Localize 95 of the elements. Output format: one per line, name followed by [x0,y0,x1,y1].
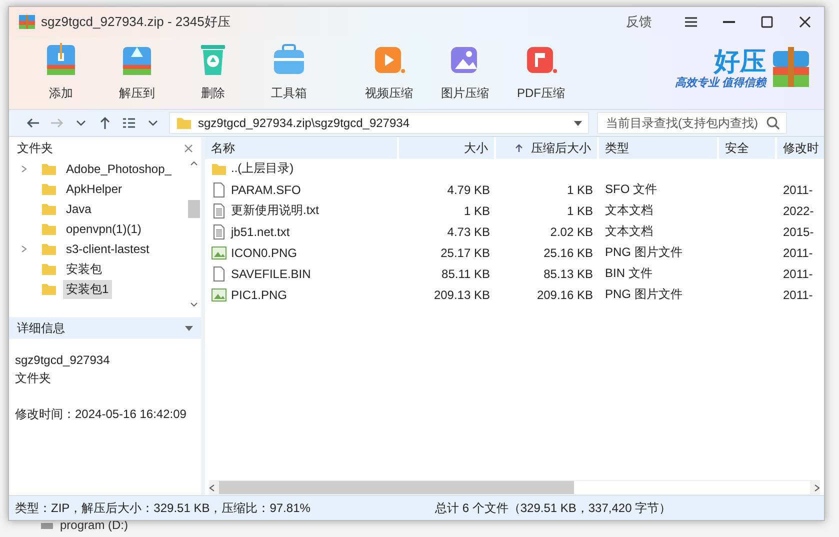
address-field[interactable]: sgz9tgcd_927934.zip\sgz9tgcd_927934 [169,112,589,134]
folder-tree-item[interactable]: Adobe_Photoshop_ [63,161,174,177]
table-cell: 2011- [783,182,813,196]
expand-icon[interactable] [21,245,27,253]
file-icon [211,182,227,198]
file-name[interactable]: jb51.net.txt [231,224,290,238]
folder-tree-item[interactable]: s3-client-lastest [63,241,152,257]
toolbar-button[interactable]: 视频压缩 [357,39,421,102]
window-title: sgz9tgcd_927934.zip - 2345好压 [41,13,232,31]
pane-title: 文件夹 [17,140,53,156]
drive-label: program (D:) [60,518,128,532]
sort-arrow-icon [515,144,523,152]
table-cell: 2011- [783,288,813,302]
view-icon[interactable] [121,117,137,129]
detail-name: sgz9tgcd_927934 [15,352,111,369]
column-header[interactable]: 压缩后大小 [496,137,599,159]
table-cell: 1 KB [566,182,593,196]
folder-icon [41,261,57,277]
column-header[interactable]: 类型 [599,137,719,159]
table-cell: SFO 文件 [605,181,658,198]
table-cell: PNG 图片文件 [605,244,682,261]
status-text: 类型：ZIP，解压后大小：329.51 KB，压缩比：97.81% [15,500,312,516]
table-cell: 2011- [783,266,813,280]
folder-icon [176,115,192,131]
search-icon[interactable] [766,116,780,130]
text-icon [211,224,227,240]
table-cell: 1 KB [464,204,490,218]
file-name[interactable]: PIC1.PNG [231,288,288,302]
file-name[interactable]: SAVEFILE.BIN [231,266,311,280]
table-cell: 2022- [783,204,814,218]
table-cell: BIN 文件 [605,265,652,282]
app-logo-icon [19,15,35,29]
table-cell: PNG 图片文件 [605,286,682,303]
toolbar-button[interactable]: 工具箱 [257,39,321,102]
dropdown-icon[interactable] [574,120,582,126]
scrollbar-thumb[interactable] [219,481,574,494]
file-name[interactable]: ..(上层目录) [231,160,294,177]
image-icon [211,244,227,260]
folder-icon [41,281,57,297]
toolbar-button[interactable]: 添加 [29,39,93,102]
folder-icon [41,201,57,217]
folder-icon [41,221,57,237]
table-cell: 2015- [783,224,814,238]
table-cell: 2.02 KB [550,224,593,238]
table-cell: 209.16 KB [536,288,593,302]
file-name[interactable]: PARAM.SFO [231,182,301,196]
folder-tree-item[interactable]: ApkHelper [63,181,126,197]
column-header[interactable]: 名称 [205,137,399,159]
search-field[interactable]: 当前目录查找(支持包内查找) [597,112,787,134]
detail-type: 文件夹 [15,370,52,387]
brand-name: 好压 [714,46,766,74]
table-cell: 25.17 KB [440,246,490,260]
toolbar-button[interactable]: 图片压缩 [433,39,497,102]
file-name[interactable]: 更新使用说明.txt [231,202,320,219]
toolbar-button[interactable]: 解压到 [105,39,169,102]
column-header[interactable]: 安全 [719,137,777,159]
pane-title: 详细信息 [17,320,65,336]
file-name[interactable]: ICON0.PNG [231,246,298,260]
table-cell: 4.79 KB [447,182,490,196]
scroll-down-icon[interactable] [190,302,198,307]
back-icon[interactable] [25,117,41,129]
table-cell: 4.73 KB [447,224,490,238]
text-icon [211,202,227,218]
table-cell: 文本文档 [605,202,653,219]
table-cell: 209.13 KB [434,288,490,302]
scrollbar-thumb[interactable] [188,200,200,218]
column-header[interactable]: 修改时 [777,137,824,159]
folder-tree-item[interactable]: openvpn(1)(1) [63,221,144,237]
table-cell: 文本文档 [605,223,653,240]
brand-slogan: 高效专业 值得信赖 [674,76,766,90]
folder-icon [41,241,57,257]
table-cell: 85.13 KB [544,266,593,280]
scroll-left-icon[interactable] [209,484,215,492]
toolbar-button[interactable]: PDF压缩 [509,39,573,102]
image-icon [211,286,227,302]
table-cell: 2011- [783,246,813,260]
expand-icon[interactable] [21,165,27,173]
folder-tree-item[interactable]: 安装包1 [63,280,112,298]
scroll-up-icon[interactable] [190,161,198,166]
feedback-link[interactable]: 反馈 [626,13,652,31]
toolbar-button[interactable]: 删除 [181,39,245,102]
detail-modified: 修改时间：2024-05-16 16:42:09 [15,406,188,423]
file-icon [211,266,227,282]
folder-tree-item[interactable]: 安装包 [63,260,105,278]
table-cell: 1 KB [566,204,593,218]
folder-icon [41,161,57,177]
status-text: 总计 6 个文件（329.51 KB，337,420 字节） [435,500,672,516]
drive-icon [40,520,54,530]
folder-icon [41,181,57,197]
table-cell: 85.11 KB [442,266,490,280]
column-header[interactable]: 大小 [399,137,496,159]
scroll-right-icon[interactable] [814,484,820,492]
collapse-icon[interactable] [185,326,193,330]
folder-tree-item[interactable]: Java [63,201,94,217]
table-cell: 25.16 KB [544,246,593,260]
